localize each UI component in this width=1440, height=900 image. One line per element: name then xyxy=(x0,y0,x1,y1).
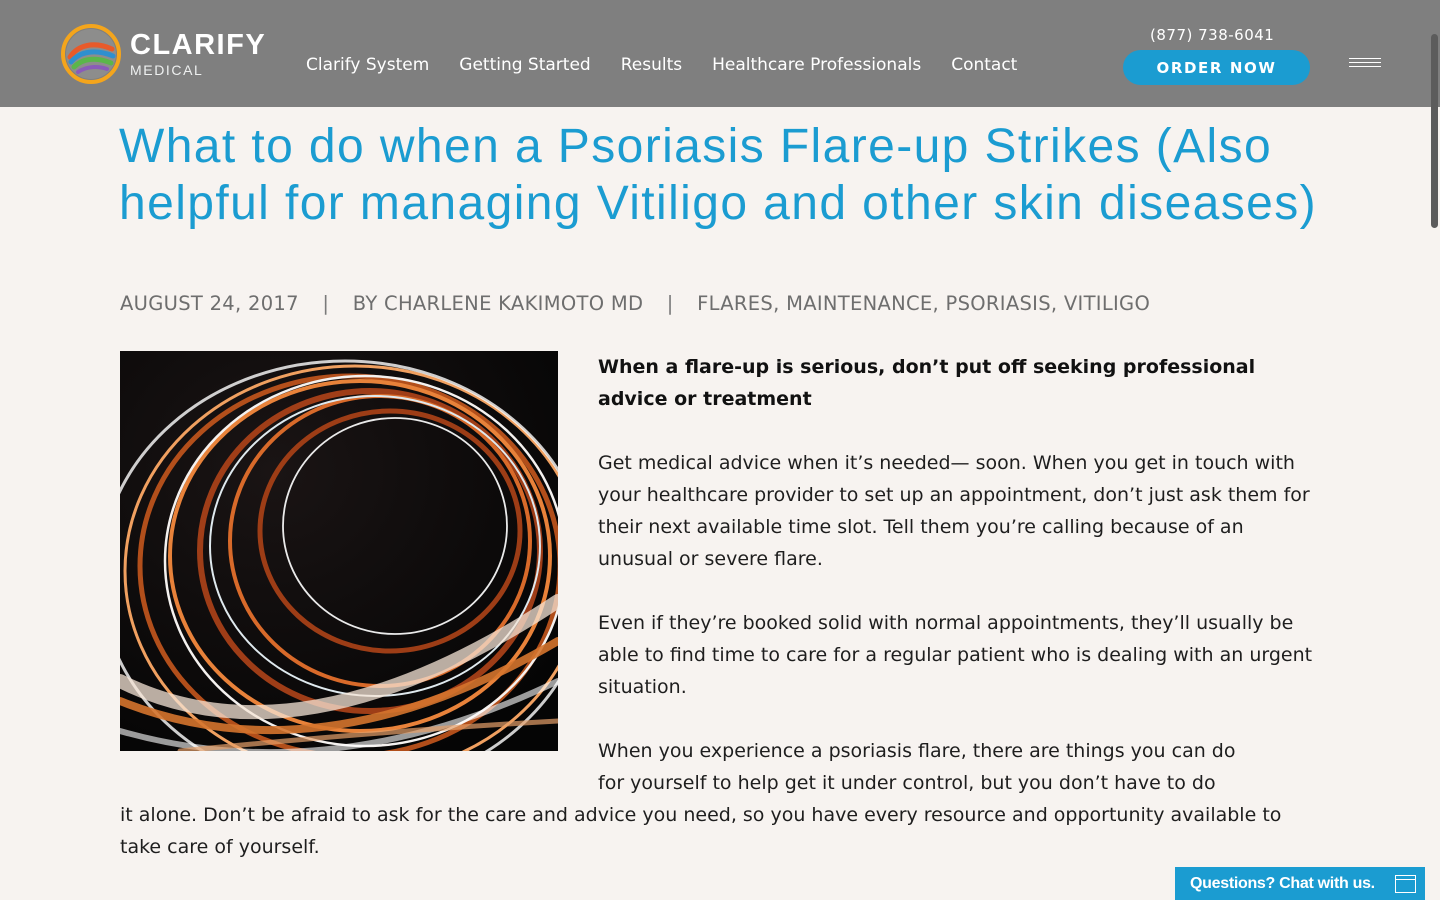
chat-widget-button[interactable]: Questions? Chat with us. xyxy=(1175,867,1425,900)
nav-healthcare-professionals[interactable]: Healthcare Professionals xyxy=(712,55,921,75)
hamburger-icon[interactable] xyxy=(1349,58,1381,76)
chat-label: Questions? Chat with us. xyxy=(1190,874,1375,892)
main-nav: Clarify System Getting Started Results H… xyxy=(306,53,1017,77)
article-paragraph: Get medical advice when it’s needed— soo… xyxy=(598,452,1310,570)
article-text-line: When you experience a psoriasis flare, t… xyxy=(598,740,1236,762)
article-paragraph-wrapped: When you experience a psoriasis flare, t… xyxy=(120,735,1320,863)
nav-clarify-system[interactable]: Clarify System xyxy=(306,55,429,75)
post-categories-link[interactable]: FLARES, MAINTENANCE, PSORIASIS, VITILIGO xyxy=(697,292,1150,315)
clarify-logo-icon xyxy=(61,24,121,84)
chat-window-icon xyxy=(1395,875,1416,893)
article-paragraph: Even if they’re booked solid with normal… xyxy=(598,612,1313,698)
meta-separator: | xyxy=(666,292,674,315)
logo-text: CLARIFY MEDICAL xyxy=(130,29,267,78)
clarify-logo[interactable]: CLARIFY MEDICAL xyxy=(60,22,270,86)
article-lead-heading: When a flare-up is serious, don’t put of… xyxy=(598,356,1256,410)
post-author-link[interactable]: BY CHARLENE KAKIMOTO MD xyxy=(353,292,644,315)
site-header: CLARIFY MEDICAL Clarify System Getting S… xyxy=(0,0,1440,107)
article-body: When a flare-up is serious, don’t put of… xyxy=(598,351,1318,735)
logo-brand: CLARIFY xyxy=(130,29,267,61)
page-scrollbar[interactable] xyxy=(1428,0,1440,900)
logo-subtitle: MEDICAL xyxy=(130,62,204,78)
post-date: AUGUST 24, 2017 xyxy=(120,292,299,315)
light-trails-graphic xyxy=(120,351,558,751)
article-meta: AUGUST 24, 2017 | BY CHARLENE KAKIMOTO M… xyxy=(120,292,1150,315)
menu-line xyxy=(1349,62,1381,63)
article-text-line: for yourself to help get it under contro… xyxy=(598,772,1216,794)
order-now-button[interactable]: ORDER NOW xyxy=(1123,50,1310,85)
nav-results[interactable]: Results xyxy=(621,55,682,75)
article-title: What to do when a Psoriasis Flare-up Str… xyxy=(119,120,1318,230)
featured-image-light-trails xyxy=(120,351,558,751)
menu-line xyxy=(1349,58,1381,59)
phone-link[interactable]: (877) 738-6041 xyxy=(1150,26,1274,44)
nav-getting-started[interactable]: Getting Started xyxy=(459,55,590,75)
menu-line xyxy=(1349,66,1381,67)
nav-contact[interactable]: Contact xyxy=(951,55,1017,75)
article-text-rest: it alone. Don’t be afraid to ask for the… xyxy=(120,804,1282,858)
meta-separator: | xyxy=(322,292,330,315)
scrollbar-thumb[interactable] xyxy=(1431,34,1438,228)
